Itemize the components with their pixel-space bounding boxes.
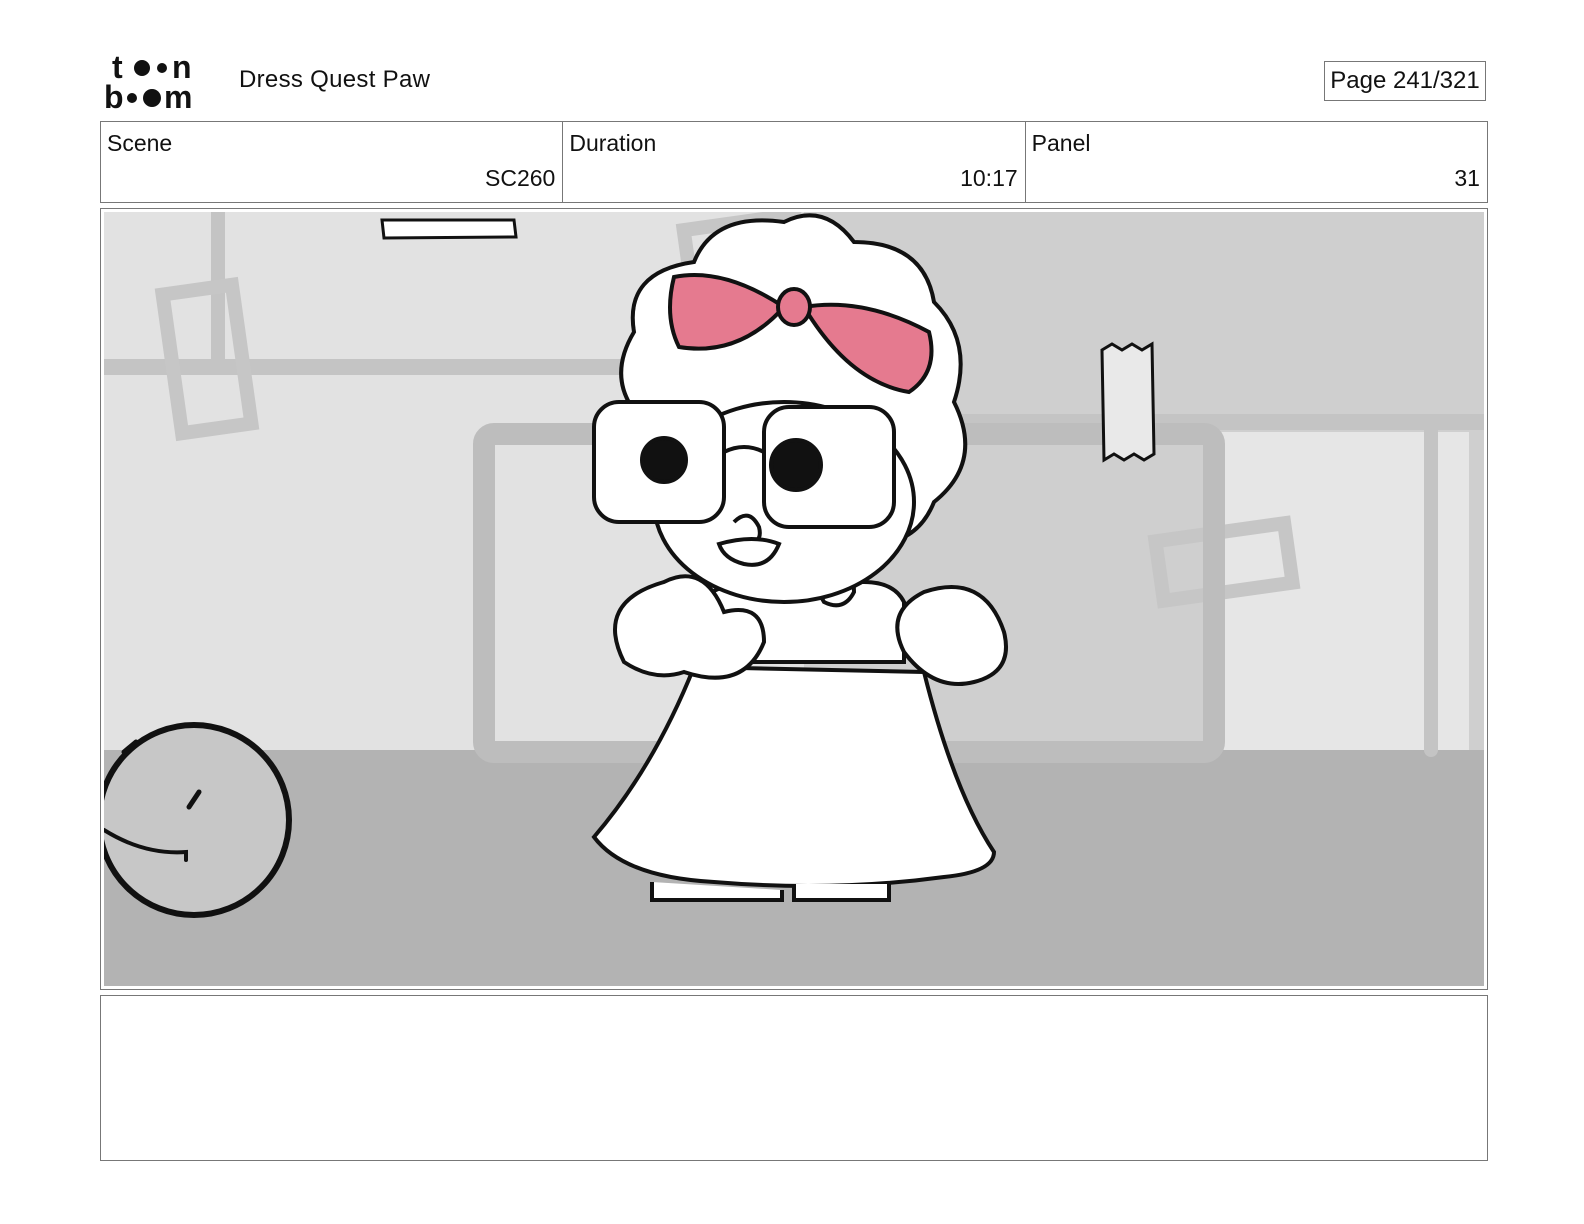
svg-text:b: b: [104, 79, 124, 112]
logo-dot: [143, 89, 161, 107]
scene-value: SC260: [485, 165, 556, 191]
scene-label: Scene: [107, 130, 173, 156]
duration-value: 10:17: [960, 165, 1018, 191]
panel-value: 31: [1454, 165, 1480, 191]
duration-label: Duration: [569, 130, 657, 156]
logo-dot: [127, 93, 137, 103]
storyboard-panel: [100, 208, 1488, 990]
toonboom-logo: t n b m: [104, 50, 192, 112]
svg-text:m: m: [164, 79, 192, 112]
notes-area: [100, 995, 1488, 1161]
tape: [1100, 341, 1156, 463]
logo-dot: [157, 63, 167, 73]
logo-dot: [134, 60, 150, 76]
scene-cell: Scene SC260: [101, 122, 564, 202]
duration-cell: Duration 10:17: [563, 122, 1026, 202]
tape: [380, 218, 518, 240]
page-indicator: Page 241/321: [1324, 61, 1486, 101]
panel-drawing: [104, 212, 1484, 986]
info-table: Scene SC260 Duration 10:17 Panel 31: [100, 121, 1488, 203]
panel-cell: Panel 31: [1026, 122, 1487, 202]
pole: [1424, 422, 1438, 757]
project-title: Dress Quest Paw: [239, 66, 431, 93]
panel-label: Panel: [1031, 130, 1091, 156]
smiley-ball: [104, 722, 292, 918]
